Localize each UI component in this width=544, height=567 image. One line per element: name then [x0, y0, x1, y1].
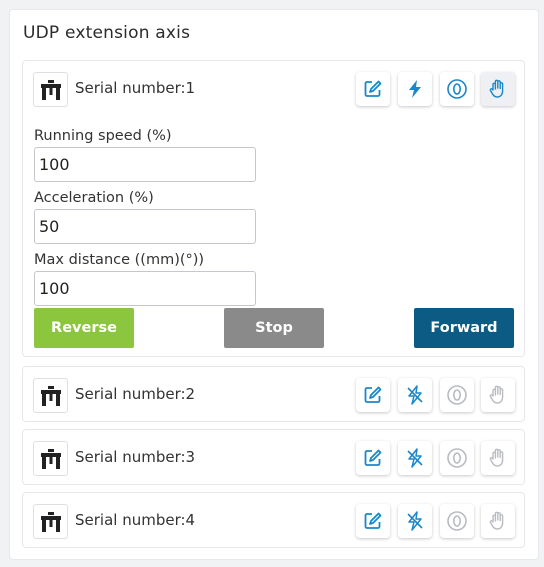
acceleration-input[interactable] [34, 209, 256, 244]
power-icon [409, 80, 421, 98]
enable-button[interactable] [398, 72, 432, 106]
edit-button[interactable] [356, 441, 390, 475]
zero-icon [447, 448, 467, 468]
reverse-button[interactable]: Reverse [34, 308, 134, 348]
manual-jog-button[interactable] [481, 72, 515, 106]
axis-icon [33, 441, 68, 476]
max-distance-input[interactable] [34, 271, 256, 306]
edit-icon [364, 512, 382, 529]
power-off-icon [407, 511, 423, 531]
panel-title: UDP extension axis [23, 23, 191, 43]
zero-button[interactable] [440, 378, 474, 412]
enable-button[interactable] [398, 441, 432, 475]
hand-icon [489, 511, 504, 530]
max-distance-label: Max distance ((mm)(°)) [34, 252, 205, 268]
power-off-icon [407, 448, 423, 468]
axis-icon [33, 72, 68, 107]
zero-button[interactable] [440, 441, 474, 475]
manual-jog-button[interactable] [481, 441, 515, 475]
edit-button[interactable] [356, 378, 390, 412]
enable-button[interactable] [398, 378, 432, 412]
axis-card-header: Serial number:2 [23, 367, 524, 423]
hand-icon [489, 385, 504, 404]
running-speed-label: Running speed (%) [34, 128, 172, 144]
serial-number-label: Serial number:1 [75, 79, 196, 97]
edit-icon [364, 80, 382, 97]
edit-button[interactable] [356, 504, 390, 538]
edit-icon [364, 449, 382, 466]
hand-icon [489, 79, 504, 98]
axis-card-header: Serial number:1 [23, 61, 524, 117]
power-off-icon [407, 385, 423, 405]
stop-button[interactable]: Stop [224, 308, 324, 348]
zero-button[interactable] [440, 504, 474, 538]
acceleration-label: Acceleration (%) [34, 190, 154, 206]
axis-card-4[interactable]: Serial number:4 [22, 492, 525, 548]
axis-icon [33, 378, 68, 413]
edit-button[interactable] [356, 72, 390, 106]
forward-button[interactable]: Forward [414, 308, 514, 348]
hand-icon [489, 448, 504, 467]
axis-card-header: Serial number:4 [23, 493, 524, 549]
axis-card-2[interactable]: Serial number:2 [22, 366, 525, 422]
serial-number-label: Serial number:3 [75, 448, 196, 466]
axis-icon [33, 504, 68, 539]
serial-number-label: Serial number:4 [75, 511, 196, 529]
udp-extension-axis-panel: UDP extension axis Serial number:1 Runni… [9, 9, 539, 560]
zero-icon [447, 511, 467, 531]
zero-icon [447, 385, 467, 405]
zero-button[interactable] [440, 72, 474, 106]
running-speed-input[interactable] [34, 147, 256, 182]
serial-number-label: Serial number:2 [75, 385, 196, 403]
edit-icon [364, 386, 382, 403]
manual-jog-button[interactable] [481, 378, 515, 412]
axis-card-header: Serial number:3 [23, 430, 524, 486]
zero-icon [447, 79, 467, 99]
enable-button[interactable] [398, 504, 432, 538]
manual-jog-button[interactable] [481, 504, 515, 538]
axis-card-1: Serial number:1 Running speed (%) 100 Ac… [22, 60, 525, 357]
axis-card-3[interactable]: Serial number:3 [22, 429, 525, 485]
